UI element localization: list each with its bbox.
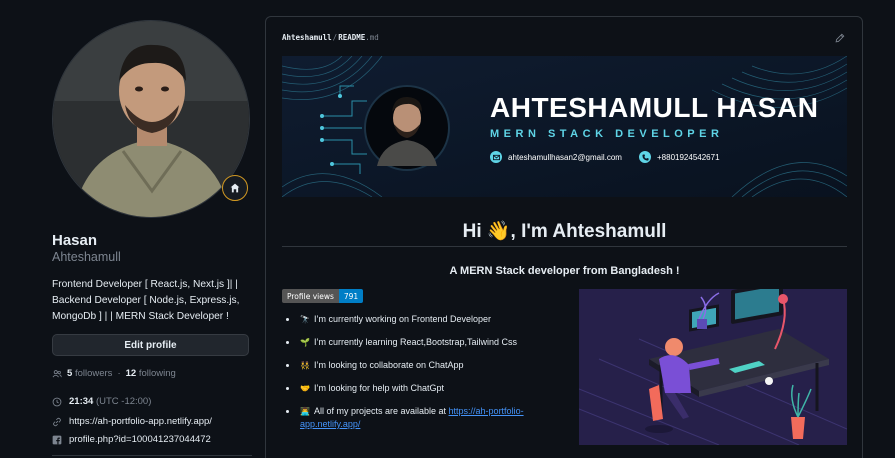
list-item: 🤝 I’m looking for help with ChatGpt <box>286 382 561 395</box>
heading-rule <box>282 246 847 247</box>
readme-path: Ahteshamull/README.md <box>282 33 379 42</box>
followers-label: followers <box>74 368 113 379</box>
list-item: 🌱 I’m currently learning React,Bootstrap,… <box>286 336 561 349</box>
facebook-link[interactable]: profile.php?id=100041237044472 <box>69 434 211 445</box>
profile-views-badge[interactable]: Profile views 791 <box>282 289 364 303</box>
mail-icon <box>490 151 502 163</box>
following-link[interactable]: 12 following <box>126 368 176 379</box>
local-time: 21:34 <box>69 396 94 407</box>
avatar-photo <box>53 21 249 217</box>
facebook-row: profile.php?id=100041237044472 <box>52 434 211 445</box>
banner-background <box>282 56 847 197</box>
profile-name: Hasan <box>52 232 98 249</box>
path-separator: / <box>332 33 338 42</box>
readme-heading: Hi 👋, I'm Ahteshamull <box>462 221 667 242</box>
list-item-text: I’m currently learning React,Bootstrap,T… <box>313 337 518 347</box>
banner-email-text: ahteshamullhasan2@gmail.com <box>508 152 622 162</box>
phone-icon <box>639 151 651 163</box>
dancers-icon: 👯 <box>300 361 310 370</box>
profile-views-label: Profile views <box>282 289 339 303</box>
home-icon <box>230 183 240 193</box>
clock-icon <box>52 397 62 406</box>
people-icon <box>52 369 62 377</box>
banner-phone: +8801924542671 <box>639 151 720 163</box>
readme-subheading: A MERN Stack developer from Bangladesh ! <box>449 265 680 277</box>
followers-count: 5 <box>67 368 73 379</box>
seedling-icon: 🌱 <box>300 338 310 347</box>
pencil-icon[interactable] <box>835 33 845 43</box>
set-status-button[interactable] <box>222 175 248 201</box>
list-item: 🔭 I’m currently working on Frontend Devel… <box>286 313 561 326</box>
edit-profile-button[interactable]: Edit profile <box>52 334 249 356</box>
list-item-text: I’m looking to collaborate on ChatApp <box>313 360 464 370</box>
profile-sidebar: Hasan Ahteshamull Frontend Developer [ R… <box>52 0 252 458</box>
readme-banner: AHTESHAMULL HASAN MERN STACK DEVELOPER a… <box>282 56 847 197</box>
profile-bio: Frontend Developer [ React.js, Next.js ]… <box>52 279 240 322</box>
technologist-icon: 👨‍💻 <box>300 407 310 416</box>
telescope-icon: 🔭 <box>300 315 310 324</box>
banner-email: ahteshamullhasan2@gmail.com <box>490 151 622 163</box>
local-time-row: 21:34 (UTC -12:00) <box>52 396 151 407</box>
profile-views-count: 791 <box>338 289 364 303</box>
facebook-icon <box>52 435 62 444</box>
banner-title: AHTESHAMULL HASAN <box>490 92 819 123</box>
list-item: 👯 I’m looking to collaborate on ChatApp <box>286 359 561 372</box>
avatar-container <box>52 20 250 218</box>
following-count: 12 <box>125 368 137 379</box>
readme-card: Ahteshamull/README.md AHTESHAMULL HASAN … <box>265 16 863 458</box>
handshake-icon: 🤝 <box>300 384 310 393</box>
readme-file-ext: .md <box>365 33 379 42</box>
timezone: (UTC -12:00) <box>95 396 152 407</box>
profile-login: Ahteshamull <box>52 250 121 264</box>
website-link[interactable]: https://ah-portfolio-app.netlify.app/ <box>69 416 212 427</box>
website-row: https://ah-portfolio-app.netlify.app/ <box>52 416 212 427</box>
developer-illustration <box>579 289 847 445</box>
following-label: following <box>138 368 176 379</box>
sidebar-divider <box>52 455 252 456</box>
readme-list: 🔭 I’m currently working on Frontend Devel… <box>286 313 561 441</box>
list-item-text: All of my projects are available at <box>313 406 449 416</box>
list-item: 👨‍💻 All of my projects are available at h… <box>286 405 561 431</box>
avatar[interactable] <box>52 20 250 218</box>
link-icon <box>53 417 61 426</box>
follow-separator: · <box>117 368 121 379</box>
banner-role: MERN STACK DEVELOPER <box>490 128 724 140</box>
list-item-text: I’m looking for help with ChatGpt <box>313 383 445 393</box>
list-item-text: I’m currently working on Frontend Develo… <box>313 314 492 324</box>
follow-stats: 5 followers · 12 following <box>52 368 176 379</box>
readme-owner-link[interactable]: Ahteshamull <box>282 33 332 42</box>
followers-link[interactable]: 5 followers <box>67 368 112 379</box>
developer-desk-image <box>579 289 847 445</box>
readme-file-name: README <box>338 33 366 42</box>
banner-phone-text: +8801924542671 <box>657 152 720 162</box>
